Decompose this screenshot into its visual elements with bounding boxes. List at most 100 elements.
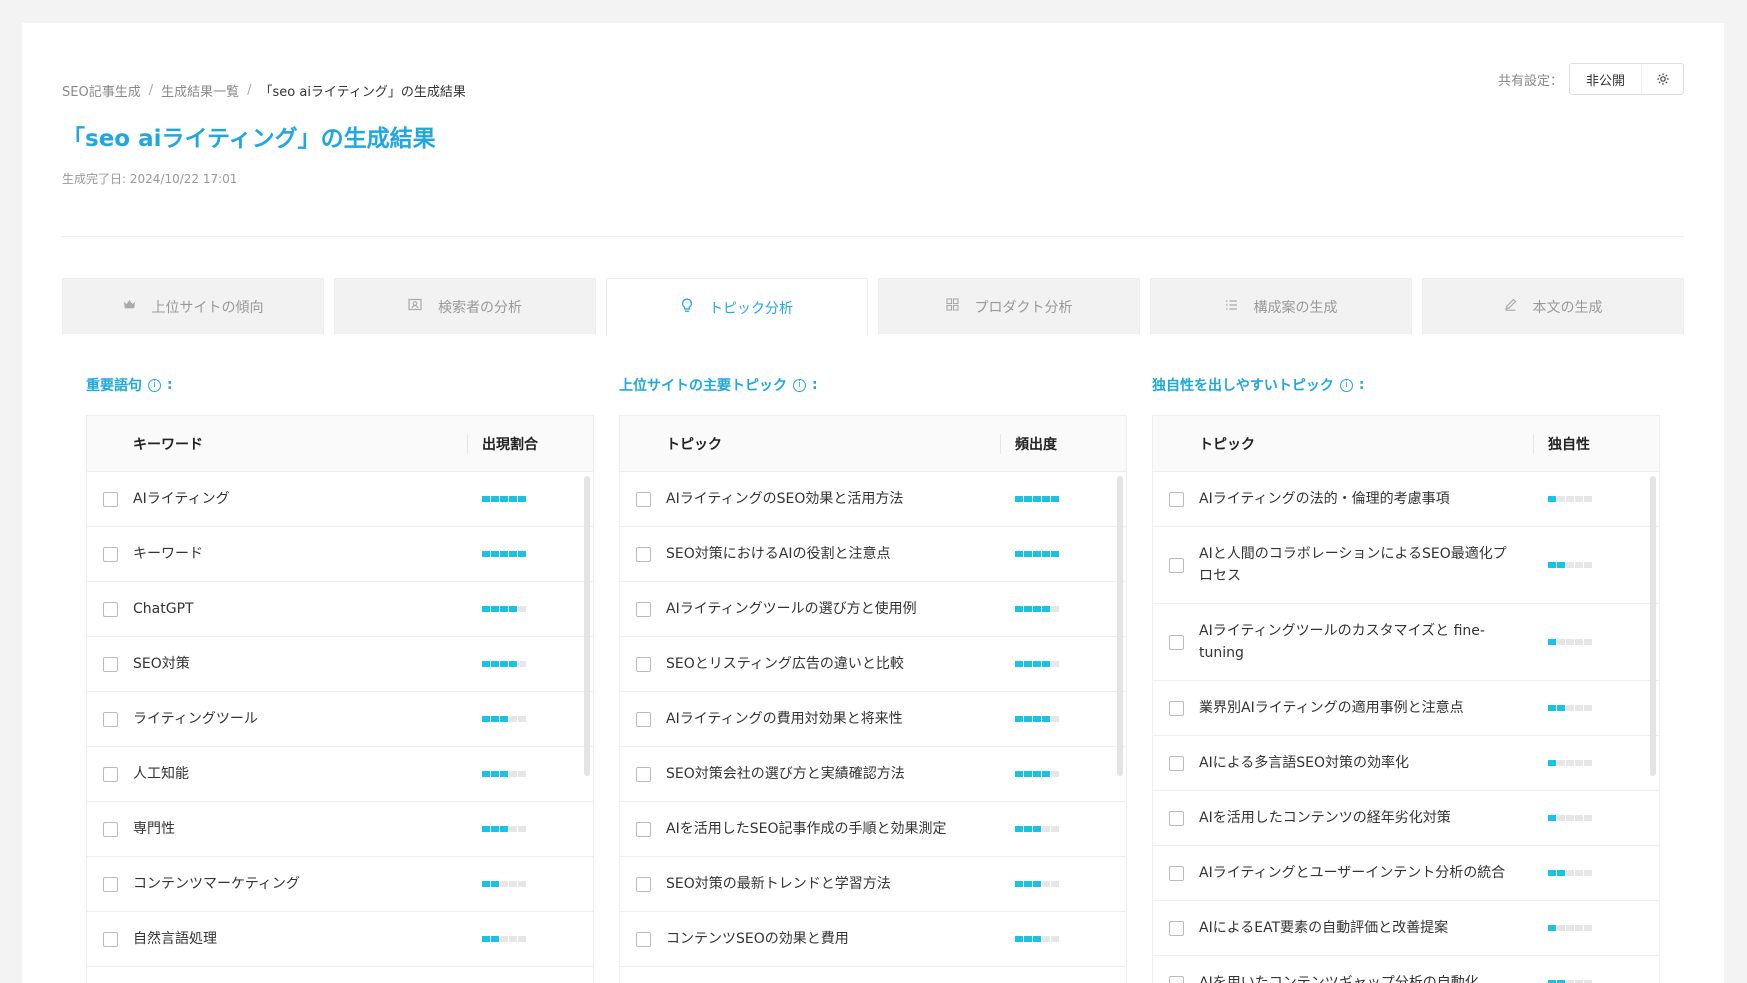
table-row[interactable]: ライティングツール [87,692,593,747]
table-row[interactable]: コンテンツSEOの効果と費用 [620,912,1126,967]
row-label: ライティングツール [133,711,258,727]
row-checkbox[interactable] [1169,920,1184,936]
level-segment [1033,661,1041,667]
row-checkbox[interactable] [636,491,651,507]
level-segment [500,606,508,612]
gear-icon[interactable] [1641,64,1683,94]
level-indicator [1548,639,1592,645]
share-select[interactable]: 非公開 [1568,63,1684,95]
row-checkbox[interactable] [103,601,118,617]
row-checkbox[interactable] [1169,700,1184,716]
table-row[interactable]: 業界別AIライティングの適用事例と注意点 [1153,681,1659,736]
info-icon[interactable]: i [148,378,161,392]
table-row[interactable]: AIを活用したコンテンツの経年劣化対策 [1153,791,1659,846]
row-checkbox[interactable] [1169,865,1184,881]
table-row[interactable]: SEO対策の最新トレンドと学習方法 [620,857,1126,912]
scrollbar[interactable] [1117,476,1123,776]
table-row[interactable]: AIライティングのSEO効果と活用方法 [620,472,1126,527]
table-row[interactable]: E-E-A-Tを考慮したAIライティング [620,967,1126,983]
table-row[interactable]: AIによる多言語SEO対策の効率化 [1153,736,1659,791]
table-row[interactable]: キーワード [87,527,593,582]
scrollbar[interactable] [584,476,590,776]
table-row[interactable]: AIを用いたコンテンツギャップ分析の自動化 [1153,956,1659,983]
table-row[interactable]: 専門性 [87,802,593,857]
row-checkbox[interactable] [103,766,118,782]
level-segment [1566,760,1574,766]
row-checkbox[interactable] [636,931,651,947]
row-checkbox[interactable] [1169,491,1184,507]
row-label: SEO対策の最新トレンドと学習方法 [666,876,891,892]
row-checkbox[interactable] [636,876,651,892]
table-row[interactable]: ChatGPT [87,582,593,637]
table-row[interactable]: AIライティングツールの選び方と使用例 [620,582,1126,637]
row-checkbox[interactable] [103,711,118,727]
level-segment [500,881,508,887]
row-checkbox[interactable] [636,546,651,562]
tab-product-analysis[interactable]: プロダクト分析 [878,278,1140,334]
row-checkbox[interactable] [103,931,118,947]
row-checkbox[interactable] [103,876,118,892]
level-indicator [482,826,526,832]
table-row[interactable]: AIライティング [87,472,593,527]
table-row[interactable]: SEO対策会社の選び方と実績確認方法 [620,747,1126,802]
level-indicator [1015,551,1059,557]
table-row[interactable]: AIライティングの費用対効果と将来性 [620,692,1126,747]
table-row[interactable]: AIと人間のコラボレーションによるSEO最適化プロセス [1153,527,1659,604]
level-segment [1566,815,1574,821]
colon: : [167,377,173,393]
level-segment [1015,551,1023,557]
row-checkbox[interactable] [1169,557,1184,573]
table-row[interactable]: AIライティングツールのカスタマイズと fine-tuning [1153,604,1659,681]
table-row[interactable]: コンテンツマーケティング [87,857,593,912]
tab-body-generation[interactable]: 本文の生成 [1422,278,1684,334]
row-checkbox[interactable] [103,656,118,672]
table-row[interactable]: SEOとリスティング広告の違いと比較 [620,637,1126,692]
row-checkbox[interactable] [1169,810,1184,826]
row-label: AIライティングツールのカスタマイズと fine-tuning [1199,623,1485,661]
row-label: AIライティングツールの選び方と使用例 [666,601,917,617]
section-title: 上位サイトの主要トピック i : [619,375,1127,395]
breadcrumb-results-list[interactable]: 生成結果一覧 [161,81,239,100]
row-checkbox[interactable] [636,821,651,837]
row-checkbox[interactable] [1169,755,1184,771]
column-header-uniqueness[interactable]: 独自性 [1548,434,1590,454]
scrollbar[interactable] [1650,476,1656,776]
row-label: AIを活用したコンテンツの経年劣化対策 [1199,810,1451,826]
row-checkbox[interactable] [1169,634,1184,650]
info-icon[interactable]: i [793,378,806,392]
breadcrumb-seo[interactable]: SEO記事生成 [62,81,141,100]
row-checkbox[interactable] [636,601,651,617]
level-segment [482,606,490,612]
tab-top-site-trends[interactable]: 上位サイトの傾向 [62,278,324,334]
share-value[interactable]: 非公開 [1570,70,1641,89]
level-segment [482,661,490,667]
breadcrumb-current: 「seo aiライティング」の生成結果 [259,85,466,100]
tab-outline-generation[interactable]: 構成案の生成 [1150,278,1412,334]
column-header-frequency[interactable]: 頻出度 [1015,434,1057,454]
row-checkbox[interactable] [103,546,118,562]
tab-topic-analysis[interactable]: トピック分析 [606,278,868,336]
table-row[interactable]: AIを活用したSEO記事作成の手順と効果測定 [620,802,1126,857]
table-row[interactable]: トライアル [87,967,593,983]
table-row[interactable]: AIライティングの法的・倫理的考慮事項 [1153,472,1659,527]
tab-searcher-analysis[interactable]: 検索者の分析 [334,278,596,334]
table-row[interactable]: AIによるEAT要素の自動評価と改善提案 [1153,901,1659,956]
row-checkbox[interactable] [103,491,118,507]
level-segment [509,826,517,832]
table-row[interactable]: SEO対策におけるAIの役割と注意点 [620,527,1126,582]
table-row[interactable]: AIライティングとユーザーインテント分析の統合 [1153,846,1659,901]
level-segment [1566,562,1574,568]
level-segment [1015,496,1023,502]
row-checkbox[interactable] [103,821,118,837]
row-checkbox[interactable] [636,711,651,727]
level-segment [1042,661,1050,667]
row-checkbox[interactable] [636,766,651,782]
row-checkbox[interactable] [636,656,651,672]
column-header-ratio[interactable]: 出現割合 [482,434,538,454]
table-row[interactable]: 人工知能 [87,747,593,802]
info-icon[interactable]: i [1339,378,1353,392]
table-row[interactable]: 自然言語処理 [87,912,593,967]
row-checkbox[interactable] [1169,975,1184,983]
table-row[interactable]: SEO対策 [87,637,593,692]
level-segment [1584,815,1592,821]
